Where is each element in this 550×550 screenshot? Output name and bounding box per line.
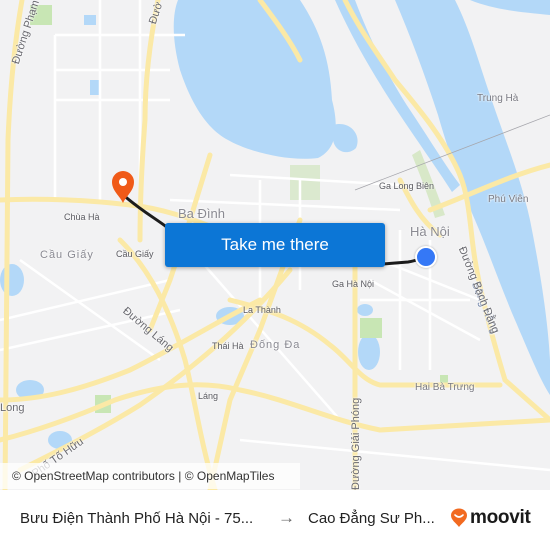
moovit-wordmark: moovit bbox=[470, 507, 531, 528]
moovit-pin-icon bbox=[451, 508, 467, 527]
take-me-there-button[interactable]: Take me there bbox=[165, 223, 385, 267]
west-lake bbox=[173, 0, 336, 159]
label-cau-giay: Cầu Giấy bbox=[116, 249, 154, 259]
label-trung-ha: Trung Hà bbox=[477, 93, 519, 104]
road-pham-van-dong bbox=[2, 0, 25, 490]
label-ga-long-bien: Ga Long Biên bbox=[379, 181, 435, 191]
map-attribution[interactable]: © OpenStreetMap contributors | © OpenMap… bbox=[0, 463, 300, 489]
label-hai-ba-trung: Hai Bà Trưng bbox=[415, 382, 475, 393]
moovit-logo[interactable]: moovit bbox=[450, 507, 531, 529]
label-cau-giay-district: Cầu Giấy bbox=[40, 249, 94, 261]
current-location-icon[interactable] bbox=[415, 246, 437, 268]
hoan-kiem-lake bbox=[358, 334, 380, 370]
arrow-right-icon: → bbox=[278, 508, 295, 527]
origin-stop-name: Bưu Điện Thành Phố Hà Nội - 75... bbox=[20, 510, 254, 527]
label-lang: Láng bbox=[198, 391, 219, 401]
label-ba-dinh: Ba Đình bbox=[178, 206, 225, 221]
label-dong-da: Đống Đa bbox=[250, 339, 301, 351]
map[interactable]: Ba Đình Chùa Hà Cầu Giấy Cầu Giấy La Thà… bbox=[0, 0, 550, 490]
truc-bach-lake bbox=[333, 124, 358, 153]
label-la-thanh: La Thành bbox=[243, 305, 281, 315]
map-pin-icon[interactable] bbox=[110, 170, 136, 204]
destination-stop-name: Cao Đẳng Sư Ph... bbox=[308, 510, 435, 527]
label-long: Long bbox=[0, 402, 25, 414]
upper-river bbox=[470, 0, 550, 15]
label-phu-vien: Phú Viên bbox=[488, 194, 529, 205]
label-thai-ha: Thái Hà bbox=[212, 341, 244, 351]
label-ga-ha-noi: Ga Hà Nội bbox=[332, 279, 375, 289]
label-duong-giai-phong: Đường Giải Phóng bbox=[350, 397, 362, 490]
footer: Bưu Điện Thành Phố Hà Nội - 75... → Cao … bbox=[0, 490, 550, 550]
label-ha-noi: Hà Nội bbox=[410, 224, 450, 239]
label-chua-ha: Chùa Hà bbox=[64, 212, 100, 222]
